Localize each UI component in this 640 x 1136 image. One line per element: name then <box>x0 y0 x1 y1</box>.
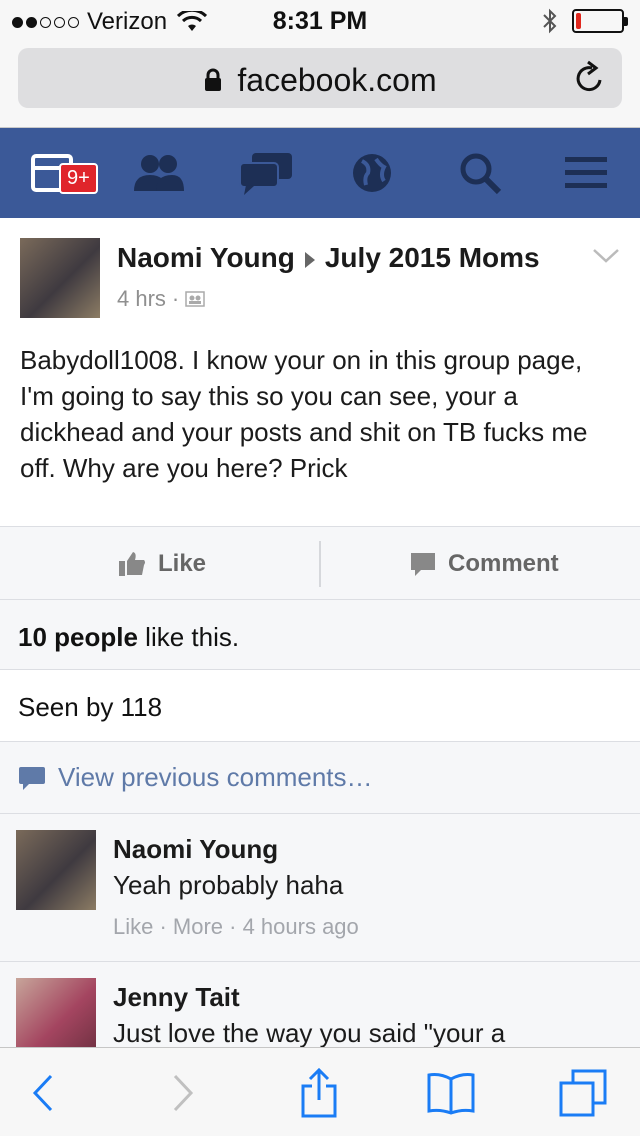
facebook-nav-bar: 9+ <box>0 128 640 218</box>
comment-icon <box>19 766 45 790</box>
comment-text: Just love the way you said "your a <box>113 1018 506 1048</box>
globe-button[interactable] <box>342 148 402 198</box>
browser-url-bar: facebook.com <box>0 40 640 128</box>
search-icon <box>460 153 502 195</box>
commenter-name[interactable]: Naomi Young <box>113 834 278 865</box>
comment-meta[interactable]: Like · More · 4 hours ago <box>113 914 359 940</box>
group-audience-icon <box>185 291 205 307</box>
forward-button[interactable] <box>158 1068 208 1118</box>
group-name[interactable]: July 2015 Moms <box>325 242 540 273</box>
chat-bubbles-icon <box>239 153 292 195</box>
notifications-button[interactable]: 9+ <box>22 148 98 198</box>
post-text: Babydoll1008. I know your on in this gro… <box>20 345 588 483</box>
likes-suffix: like this. <box>137 622 240 652</box>
chevron-down-icon[interactable] <box>592 248 620 264</box>
author-avatar[interactable] <box>20 238 100 318</box>
chevron-right-icon <box>173 1074 194 1112</box>
author-name[interactable]: Naomi Young <box>117 242 295 273</box>
like-button[interactable]: Like <box>118 527 206 601</box>
arrow-right-icon <box>304 251 315 268</box>
notification-badge: 9+ <box>59 163 98 194</box>
bookmarks-button[interactable] <box>426 1068 476 1118</box>
safari-toolbar <box>0 1047 640 1136</box>
view-previous-comments[interactable]: View previous comments… <box>0 742 640 814</box>
reload-icon[interactable] <box>572 60 606 96</box>
lock-icon <box>205 68 222 91</box>
share-icon <box>301 1068 337 1118</box>
chevron-left-icon <box>32 1074 53 1112</box>
battery-icon <box>572 9 628 33</box>
search-button[interactable] <box>450 148 510 198</box>
commenter-name[interactable]: Jenny Tait <box>113 982 240 1013</box>
post-meta: 4 hrs · <box>117 286 205 312</box>
friend-requests-button[interactable] <box>128 148 188 198</box>
status-bar: Verizon 8:31 PM <box>0 0 640 40</box>
messages-button[interactable] <box>236 148 296 198</box>
battery-level <box>576 13 582 29</box>
post-time[interactable]: 4 hrs <box>117 286 166 312</box>
tabs-button[interactable] <box>558 1068 608 1118</box>
menu-button[interactable] <box>556 148 616 198</box>
hamburger-icon <box>565 157 607 188</box>
back-button[interactable] <box>18 1068 68 1118</box>
comment-item: Naomi Young Yeah probably haha Like · Mo… <box>0 814 640 962</box>
comment-text: Yeah probably haha <box>113 870 344 900</box>
book-icon <box>427 1073 475 1115</box>
friends-icon <box>134 155 184 191</box>
post-actions: Like Comment <box>0 526 640 600</box>
thumbs-up-icon <box>119 552 145 576</box>
globe-icon <box>353 154 391 192</box>
commenter-avatar[interactable] <box>16 978 96 1058</box>
url-text: facebook.com <box>237 62 437 98</box>
comment-button[interactable]: Comment <box>410 527 559 601</box>
view-previous-label: View previous comments… <box>58 762 373 792</box>
comment-label: Comment <box>448 550 559 577</box>
meta-separator: · <box>171 286 180 311</box>
address-field[interactable]: facebook.com <box>18 48 622 108</box>
share-button[interactable] <box>294 1068 344 1118</box>
likes-count: 10 people <box>18 622 138 652</box>
comment-icon <box>411 553 435 576</box>
likes-summary[interactable]: 10 people like this. <box>0 600 640 670</box>
actions-divider <box>319 541 321 587</box>
seen-by[interactable]: Seen by 118 <box>0 670 640 742</box>
post-header: Naomi Young July 2015 Moms <box>117 242 540 274</box>
bluetooth-icon <box>543 8 557 34</box>
like-label: Like <box>158 550 207 577</box>
commenter-avatar[interactable] <box>16 830 96 910</box>
tabs-icon <box>559 1069 607 1117</box>
